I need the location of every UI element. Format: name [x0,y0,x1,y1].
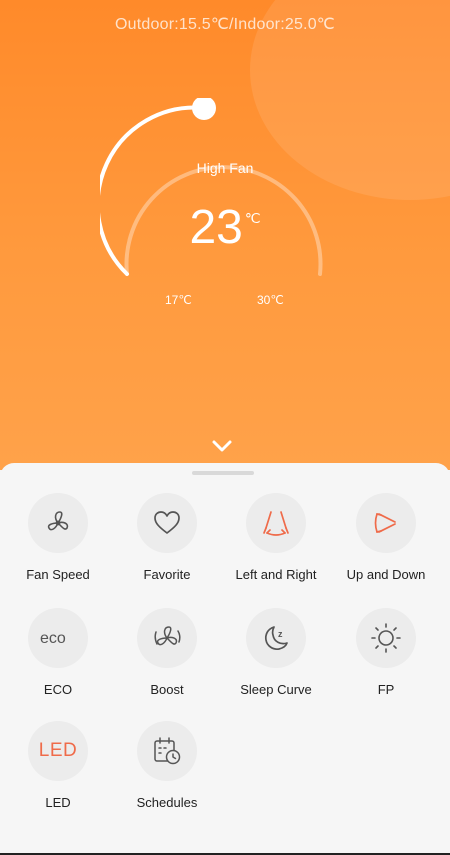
swing-up-down-icon [374,513,396,533]
temperature-panel: Outdoor:15.5℃/Indoor:25.0℃ High Fan 23 ℃ … [0,0,450,470]
sheet-drag-handle[interactable] [192,471,254,475]
max-temperature-label: 30℃ [257,293,284,307]
boost-icon [154,626,181,646]
sleep-curve-button[interactable]: z Sleep Curve [221,608,331,697]
outdoor-indoor-temperature: Outdoor:15.5℃/Indoor:25.0℃ [115,16,335,33]
moon-icon: z [264,626,288,650]
eco-button[interactable]: eco ECO [3,608,113,697]
setpoint-unit: ℃ [244,210,261,226]
boost-button[interactable]: Boost [112,608,222,697]
temperature-dial[interactable] [100,98,350,298]
svg-text:z: z [278,629,283,639]
up-down-label: Up and Down [346,567,426,582]
calendar-clock-icon [154,737,181,765]
schedules-label: Schedules [136,795,198,810]
led-label: LED [45,795,71,810]
fp-button[interactable]: FP [331,608,441,697]
favorite-button[interactable]: Favorite [112,493,222,582]
setpoint-temperature: 23 ℃ [0,200,450,255]
eco-icon: eco [40,630,66,647]
min-temperature-label: 17℃ [165,293,192,307]
left-right-swing-button[interactable]: Left and Right [221,493,331,582]
fan-icon [47,511,69,531]
svg-text:eco: eco [40,630,66,647]
led-icon: LED [38,740,78,761]
up-down-swing-button[interactable]: Up and Down [331,493,441,582]
chevron-down-icon[interactable] [211,437,233,455]
led-button[interactable]: LED LED [3,721,113,810]
setpoint-value: 23 [189,201,243,254]
sun-icon [371,623,401,653]
controls-sheet: Fan Speed Favorite Left and Right Up and… [0,463,450,855]
schedules-button[interactable]: Schedules [112,721,222,810]
fan-mode-label: High Fan [196,160,254,176]
fan-speed-button[interactable]: Fan Speed [3,493,113,582]
sleep-curve-label: Sleep Curve [240,682,312,697]
left-right-label: Left and Right [235,567,317,582]
boost-label: Boost [150,682,184,697]
fan-speed-label: Fan Speed [26,567,90,582]
eco-label: ECO [43,682,73,697]
swing-left-right-icon [263,511,289,536]
dial-knob[interactable] [192,98,216,120]
heart-icon [154,511,180,534]
favorite-label: Favorite [143,567,191,582]
fp-label: FP [377,682,395,697]
